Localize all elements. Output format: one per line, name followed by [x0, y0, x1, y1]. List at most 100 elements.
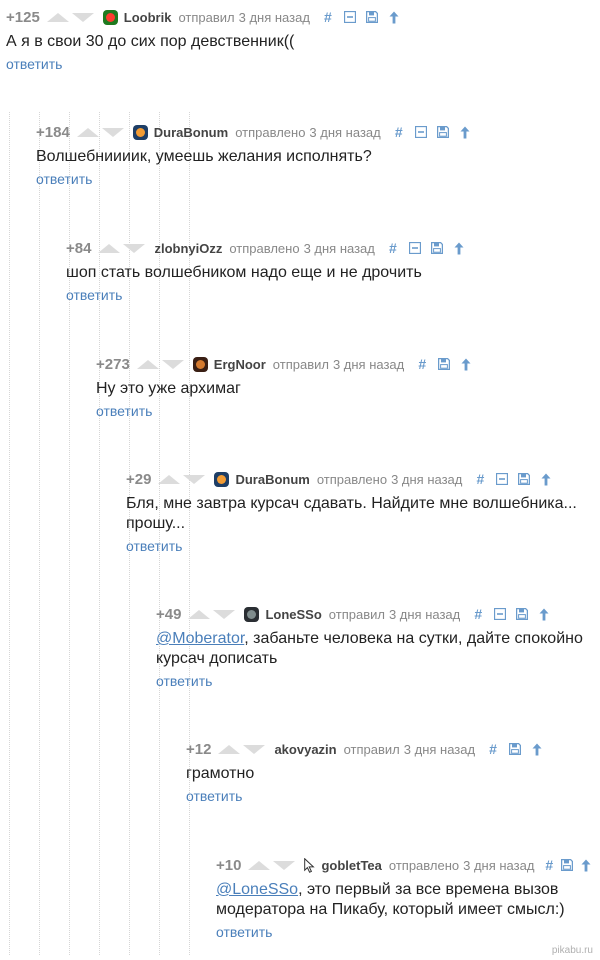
mention-link[interactable]: @LoneSSo: [216, 881, 298, 898]
avatar[interactable]: [132, 124, 148, 140]
comment-header: +12 akovyazin отправил 3 дня назад #: [186, 739, 594, 759]
reply-link[interactable]: ответить: [186, 788, 242, 804]
text-fragment: Бля, мне завтра курсач сдавать. Найдите …: [126, 495, 577, 532]
save-icon[interactable]: [437, 357, 451, 371]
username[interactable]: ErgNoor: [214, 357, 266, 372]
arrow-up-icon[interactable]: [537, 607, 551, 621]
arrow-up-icon[interactable]: [458, 125, 472, 139]
posted-label: отправлено: [316, 471, 388, 487]
comment: +49 LoneSSo отправил 3 дня назад # @Moberator…: [156, 604, 594, 691]
upvote-icon[interactable]: [76, 127, 99, 137]
comment-text: Волшебниииик, умеешь желания исполнять?: [36, 147, 594, 167]
timestamp[interactable]: 3 дня назад: [239, 10, 310, 25]
comment-text: А я в свои 30 до сих пор девственник((: [6, 32, 594, 52]
username[interactable]: LoneSSo: [265, 607, 321, 622]
vote-buttons: [76, 127, 124, 137]
avatar[interactable]: [192, 356, 208, 372]
hash-icon[interactable]: #: [321, 9, 335, 25]
downvote-icon[interactable]: [243, 744, 266, 754]
timestamp[interactable]: 3 дня назад: [309, 125, 380, 140]
username[interactable]: DuraBonum: [235, 472, 309, 487]
username[interactable]: akovyazin: [274, 742, 336, 757]
downvote-icon[interactable]: [71, 12, 94, 22]
rating: +49: [156, 605, 182, 623]
upvote-icon[interactable]: [158, 474, 181, 484]
vote-buttons: [218, 744, 266, 754]
save-icon[interactable]: [508, 742, 522, 756]
downvote-icon[interactable]: [273, 860, 296, 870]
reply-link[interactable]: ответить: [96, 403, 152, 419]
timestamp[interactable]: 3 дня назад: [333, 357, 404, 372]
timestamp[interactable]: 3 дня назад: [391, 472, 462, 487]
reply-link[interactable]: ответить: [126, 538, 182, 554]
collapse-icon[interactable]: [495, 472, 509, 486]
reply-link[interactable]: ответить: [6, 56, 62, 72]
username[interactable]: DuraBonum: [154, 125, 228, 140]
hash-icon[interactable]: #: [386, 240, 400, 256]
downvote-icon[interactable]: [101, 127, 124, 137]
rating: +12: [186, 740, 212, 758]
upvote-icon[interactable]: [46, 12, 69, 22]
save-icon[interactable]: [430, 241, 444, 255]
downvote-icon[interactable]: [123, 243, 146, 253]
username[interactable]: zlobnyiOzz: [154, 241, 222, 256]
upvote-icon[interactable]: [188, 609, 211, 619]
downvote-icon[interactable]: [161, 359, 184, 369]
hash-icon[interactable]: #: [471, 606, 485, 622]
vote-buttons: [46, 12, 94, 22]
posted-label: отправил: [178, 9, 235, 25]
collapse-icon[interactable]: [343, 10, 357, 24]
avatar[interactable]: [102, 9, 118, 25]
text-fragment: шоп стать волшебником надо еще и не дроч…: [66, 264, 422, 281]
username[interactable]: gobletTea: [321, 858, 381, 873]
posted-label: отправлено: [229, 240, 300, 256]
reply-link[interactable]: ответить: [36, 171, 92, 187]
text-fragment: грамотно: [186, 765, 255, 782]
timestamp[interactable]: 3 дня назад: [304, 241, 375, 256]
downvote-icon[interactable]: [183, 474, 206, 484]
arrow-up-icon[interactable]: [459, 357, 473, 371]
hash-icon[interactable]: #: [415, 356, 429, 372]
avatar[interactable]: [214, 471, 230, 487]
avatar[interactable]: [244, 606, 260, 622]
watermark: pikabu.ru: [551, 945, 593, 956]
save-icon[interactable]: [365, 10, 379, 24]
reply-link[interactable]: ответить: [66, 287, 122, 303]
arrow-up-icon[interactable]: [539, 472, 553, 486]
collapse-icon[interactable]: [493, 607, 507, 621]
vote-buttons: [98, 243, 146, 253]
timestamp[interactable]: 3 дня назад: [463, 858, 534, 873]
upvote-icon[interactable]: [218, 744, 241, 754]
hash-icon[interactable]: #: [545, 857, 553, 873]
reply-link[interactable]: ответить: [156, 673, 212, 689]
arrow-up-icon[interactable]: [581, 858, 591, 872]
save-icon[interactable]: [436, 125, 450, 139]
collapse-icon[interactable]: [408, 241, 422, 255]
save-icon[interactable]: [561, 858, 574, 872]
comment-text: @LoneSSo, это первый за все времена вызо…: [216, 880, 594, 920]
comment: +12 akovyazin отправил 3 дня назад # грамотно…: [186, 739, 594, 806]
hash-icon[interactable]: #: [486, 741, 500, 757]
text-fragment: Волшебниииик, умеешь желания исполнять?: [36, 148, 372, 165]
arrow-up-icon[interactable]: [452, 241, 466, 255]
posted-label: отправил: [328, 606, 385, 622]
downvote-icon[interactable]: [213, 609, 236, 619]
hash-icon[interactable]: #: [392, 124, 406, 140]
rating: +184: [36, 123, 70, 141]
rating: +273: [96, 355, 130, 373]
arrow-up-icon[interactable]: [530, 742, 544, 756]
save-icon[interactable]: [515, 607, 529, 621]
reply-link[interactable]: ответить: [216, 924, 272, 940]
mention-link[interactable]: @Moberator: [156, 630, 244, 647]
upvote-icon[interactable]: [248, 860, 271, 870]
timestamp[interactable]: 3 дня назад: [404, 742, 475, 757]
comment-header: +84 zlobnyiOzz отправлено 3 дня назад #: [66, 238, 594, 258]
collapse-icon[interactable]: [414, 125, 428, 139]
username[interactable]: Loobrik: [124, 10, 172, 25]
upvote-icon[interactable]: [136, 359, 159, 369]
upvote-icon[interactable]: [98, 243, 121, 253]
save-icon[interactable]: [517, 472, 531, 486]
timestamp[interactable]: 3 дня назад: [389, 607, 460, 622]
arrow-up-icon[interactable]: [387, 10, 401, 24]
hash-icon[interactable]: #: [473, 471, 487, 487]
